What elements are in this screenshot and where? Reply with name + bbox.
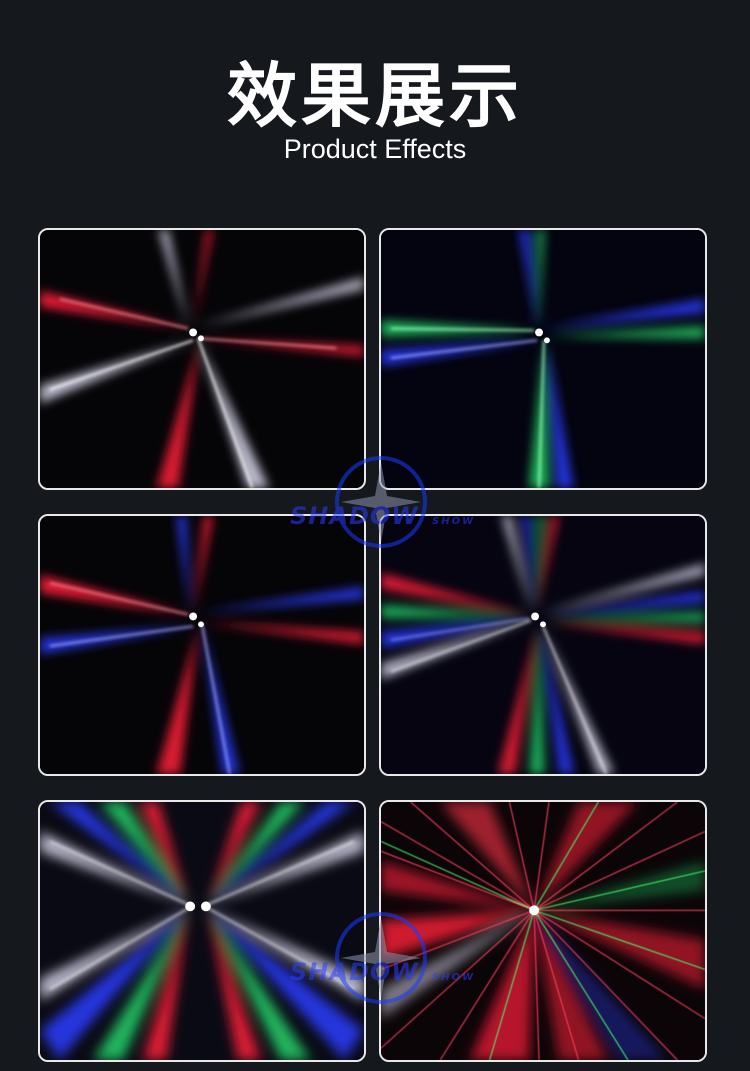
effect-photo-3 — [38, 514, 366, 776]
effect-photo-4 — [379, 514, 707, 776]
effect-photo-6-image — [381, 802, 705, 1060]
effect-photo-5 — [38, 800, 366, 1062]
effect-photo-2 — [379, 228, 707, 490]
effect-photo-1-image — [40, 230, 364, 488]
effect-photo-1 — [38, 228, 366, 490]
effect-photo-5-image — [40, 802, 364, 1060]
effect-photo-4-image — [381, 516, 705, 774]
effect-photo-6 — [379, 800, 707, 1062]
page-subtitle: Product Effects — [283, 134, 467, 164]
page-title: 效果展示 — [227, 55, 523, 137]
effect-photo-2-image — [381, 230, 705, 488]
effect-photo-3-image — [40, 516, 364, 774]
